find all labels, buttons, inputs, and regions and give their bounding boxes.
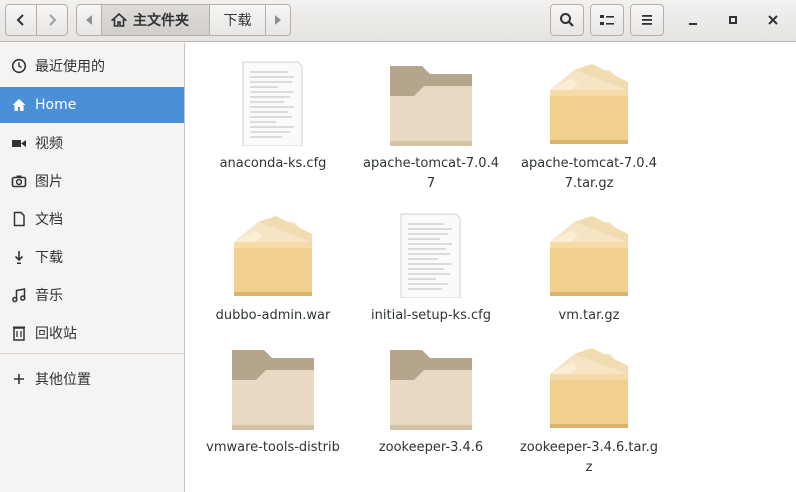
archive-item[interactable]: dubbo-admin.war (198, 208, 348, 326)
archive-item[interactable]: zookeeper-3.4.6.tar.gz (514, 340, 664, 478)
folder-item[interactable]: vmware-tools-distrib (198, 340, 348, 458)
sidebar-item-recent[interactable]: 最近使用的 (0, 48, 184, 84)
folder-item[interactable]: zookeeper-3.4.6 (356, 340, 506, 458)
list-view-icon (600, 15, 614, 25)
file-item[interactable]: anaconda-ks.cfg (198, 56, 348, 174)
home-icon (10, 96, 28, 114)
home-icon (111, 12, 127, 27)
sidebar-item-home[interactable]: Home (0, 87, 184, 123)
sidebar-item-label: 视频 (35, 136, 63, 152)
archive-item[interactable]: vm.tar.gz (514, 208, 664, 326)
sidebar: 最近使用的 Home 视频 图片 文档 下载 音乐 回收站 其他位置 (0, 43, 185, 492)
camera-icon (10, 172, 28, 190)
chevron-right-icon (49, 14, 57, 26)
minimize-button[interactable] (677, 4, 709, 36)
download-icon (10, 248, 28, 266)
trash-icon (10, 324, 28, 342)
sidebar-item-label: 其他位置 (35, 372, 91, 388)
archive-icon (514, 340, 664, 430)
maximize-icon (729, 16, 737, 24)
sidebar-item-label: 图片 (35, 174, 63, 190)
back-button[interactable] (5, 4, 37, 36)
sidebar-separator (0, 353, 184, 354)
sidebar-item-downloads[interactable]: 下载 (0, 239, 184, 275)
archive-icon (514, 56, 664, 146)
video-icon (10, 134, 28, 152)
search-button[interactable] (550, 4, 584, 36)
view-mode-button[interactable] (590, 4, 624, 36)
minimize-icon (689, 23, 697, 25)
header-bar: 主文件夹 下载 (0, 0, 796, 42)
breadcrumb-downloads[interactable]: 下载 (209, 4, 266, 36)
sidebar-item-label: 文档 (35, 212, 63, 228)
sidebar-item-label: 最近使用的 (35, 59, 105, 75)
sidebar-item-videos[interactable]: 视频 (0, 125, 184, 161)
document-icon (10, 210, 28, 228)
file-name: apache-tomcat-7.0.47.tar.gz (521, 156, 657, 191)
file-name: zookeeper-3.4.6 (378, 440, 484, 455)
sidebar-item-label: Home (35, 97, 77, 113)
sidebar-item-label: 回收站 (35, 326, 77, 342)
sidebar-item-pictures[interactable]: 图片 (0, 163, 184, 199)
folder-icon (356, 56, 506, 146)
forward-button[interactable] (36, 4, 68, 36)
close-button[interactable] (757, 4, 789, 36)
breadcrumb-home[interactable]: 主文件夹 (101, 4, 210, 36)
file-item[interactable]: initial-setup-ks.cfg (356, 208, 506, 326)
breadcrumb-downloads-label: 下载 (223, 13, 252, 29)
path-scroll-left-button[interactable] (76, 4, 102, 36)
path-scroll-right-button[interactable] (265, 4, 291, 36)
sidebar-item-music[interactable]: 音乐 (0, 277, 184, 313)
archive-icon (514, 208, 664, 298)
file-name: initial-setup-ks.cfg (371, 308, 491, 323)
file-name: vmware-tools-distrib (206, 440, 340, 455)
folder-icon (198, 340, 348, 430)
plus-icon (10, 370, 28, 388)
sidebar-item-documents[interactable]: 文档 (0, 201, 184, 237)
text-file-icon (198, 56, 348, 146)
archive-icon (198, 208, 348, 298)
hamburger-menu-icon (642, 15, 652, 25)
text-file-icon (356, 208, 506, 298)
file-name: anaconda-ks.cfg (219, 156, 327, 171)
archive-item[interactable]: apache-tomcat-7.0.47.tar.gz (514, 56, 664, 194)
music-icon (10, 286, 28, 304)
file-name: apache-tomcat-7.0.47 (363, 156, 499, 191)
menu-button[interactable] (630, 4, 664, 36)
close-icon (768, 15, 778, 25)
clock-icon (10, 57, 28, 75)
file-name: dubbo-admin.war (215, 308, 331, 323)
folder-item[interactable]: apache-tomcat-7.0.47 (356, 56, 506, 194)
triangle-right-icon (275, 15, 281, 25)
sidebar-item-trash[interactable]: 回收站 (0, 315, 184, 351)
search-icon (560, 13, 574, 27)
maximize-button[interactable] (717, 4, 749, 36)
breadcrumb-home-label: 主文件夹 (133, 13, 189, 29)
sidebar-item-other-locations[interactable]: 其他位置 (0, 361, 184, 397)
file-name: vm.tar.gz (558, 308, 620, 323)
folder-icon (356, 340, 506, 430)
sidebar-item-label: 下载 (35, 250, 63, 266)
file-name: zookeeper-3.4.6.tar.gz (519, 440, 659, 475)
triangle-left-icon (86, 15, 92, 25)
sidebar-item-label: 音乐 (35, 288, 63, 304)
file-view: anaconda-ks.cfg apache-tomcat-7.0.47 apa… (186, 43, 796, 492)
chevron-left-icon (16, 14, 24, 26)
